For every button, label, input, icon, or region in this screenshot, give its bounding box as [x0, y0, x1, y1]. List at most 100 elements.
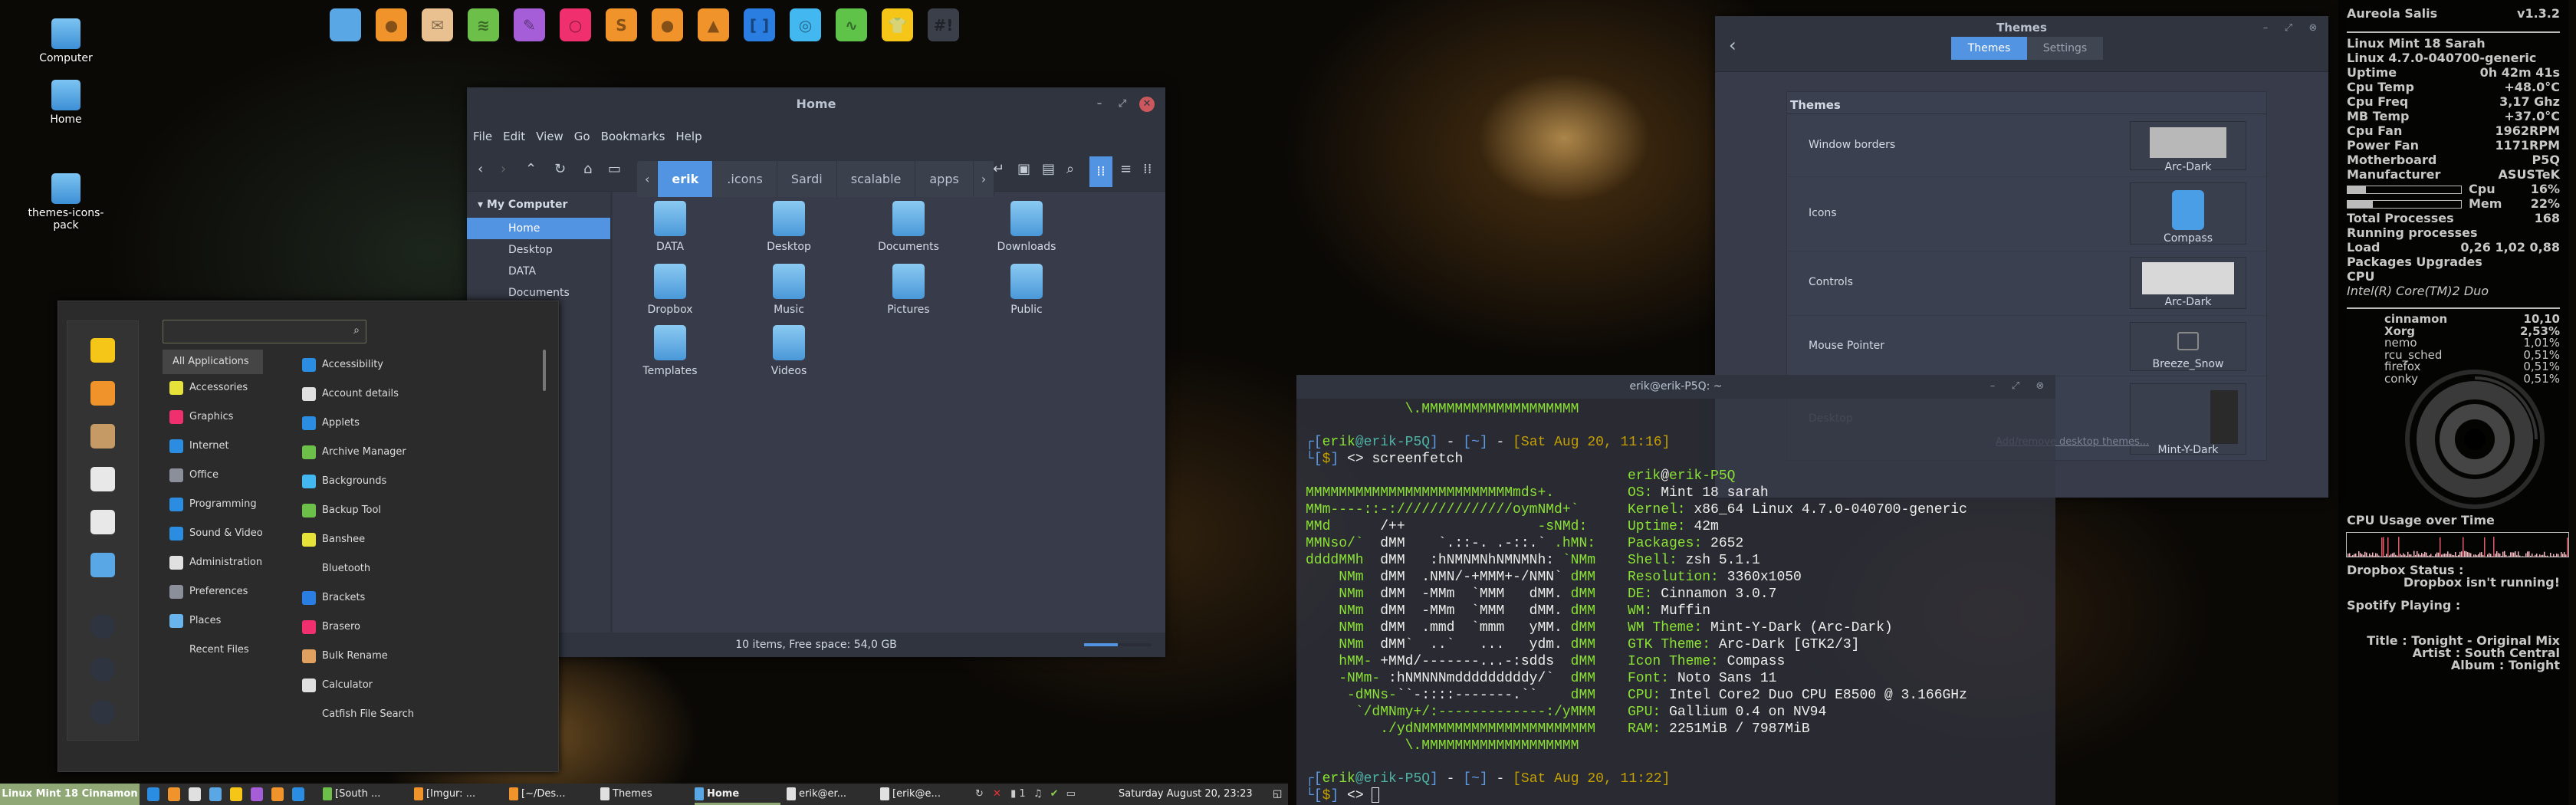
search-input[interactable]: ⌕ — [163, 320, 366, 343]
network-disconnected-icon[interactable]: ✕ — [993, 788, 1001, 800]
sidebar-item-home[interactable]: Home — [467, 218, 610, 239]
menu-bookmarks[interactable]: Bookmarks — [601, 130, 665, 143]
panel-launcher-icon[interactable] — [292, 787, 304, 801]
category-programming[interactable]: Programming — [163, 492, 263, 517]
forward-icon[interactable]: › — [501, 161, 506, 177]
file-item-public[interactable]: Public — [973, 264, 1080, 316]
session-button-icon[interactable] — [90, 614, 115, 639]
terminal-icon[interactable]: ▣ — [1017, 161, 1030, 177]
file-item-dropbox[interactable]: Dropbox — [616, 264, 724, 316]
app-accessibility[interactable]: Accessibility — [302, 353, 517, 377]
dock-firefox-icon[interactable]: ● — [376, 8, 407, 41]
panel-launcher-icon[interactable] — [271, 787, 284, 801]
category-recent-files[interactable]: Recent Files — [163, 638, 263, 662]
desktop-icon-themes-icons-pack[interactable]: themes-icons-pack — [20, 173, 112, 232]
app-banshee[interactable]: Banshee — [302, 527, 517, 552]
panel-launcher-icon[interactable] — [168, 787, 180, 801]
file-item-pictures[interactable]: Pictures — [855, 264, 962, 316]
dock-files-icon[interactable] — [330, 8, 361, 41]
app-brasero[interactable]: Brasero — [302, 615, 517, 639]
theme-preview-button[interactable]: Arc-Dark — [2130, 121, 2246, 173]
maximize-button[interactable]: ⤢ — [2008, 379, 2023, 394]
file-item-downloads[interactable]: Downloads — [973, 201, 1080, 253]
category-all-applications[interactable]: All Applications — [163, 350, 263, 374]
compact-view-icon[interactable]: ⁞⁞ — [1143, 161, 1152, 177]
up-icon[interactable]: ⌃ — [525, 161, 537, 177]
favorite-app-icon[interactable] — [90, 381, 115, 406]
list-view-icon[interactable]: ≡ — [1120, 161, 1132, 177]
header-bar[interactable]: Themes ‹ Themes Settings – ⤢ ⊗ — [1715, 16, 2328, 72]
app-catfish-file-search[interactable]: Catfish File Search — [302, 702, 517, 727]
panel-launcher-icon[interactable] — [147, 787, 159, 801]
sidebar-item-data[interactable]: DATA — [467, 261, 610, 282]
taskbar-window-2[interactable]: [~/Des... — [509, 784, 595, 805]
category-places[interactable]: Places — [163, 609, 263, 633]
minimize-button[interactable]: – — [1985, 379, 2000, 394]
expander-icon[interactable]: ▾ — [478, 199, 487, 211]
panel-launcher-icon[interactable] — [209, 787, 222, 801]
taskbar-window-5[interactable]: erik@er... — [787, 784, 872, 805]
computer-icon[interactable]: ▭ — [608, 161, 621, 177]
app-backgrounds[interactable]: Backgrounds — [302, 469, 517, 494]
dock-system-monitor-icon[interactable]: ∿ — [836, 8, 867, 41]
shield-icon[interactable]: ✔ — [1050, 788, 1059, 800]
icon-view-button[interactable]: ⁞⁞ — [1089, 156, 1112, 187]
app-archive-manager[interactable]: Archive Manager — [302, 440, 517, 465]
sidebar-header-my-computer[interactable]: ▾ My Computer — [467, 192, 610, 218]
category-administration[interactable]: Administration — [163, 550, 263, 575]
app-calculator[interactable]: Calculator — [302, 673, 517, 698]
session-button-icon[interactable] — [90, 657, 115, 682]
category-preferences[interactable]: Preferences — [163, 580, 263, 604]
show-desktop-icon[interactable]: ◱ — [1273, 784, 1282, 805]
panel-launcher-icon[interactable] — [230, 787, 242, 801]
panel-launcher-icon[interactable] — [189, 787, 201, 801]
taskbar-window-6[interactable]: [erik@e... — [880, 784, 966, 805]
app-backup-tool[interactable]: Backup Tool — [302, 498, 517, 523]
app-bulk-rename[interactable]: Bulk Rename — [302, 644, 517, 669]
maximize-button[interactable]: ⤢ — [1115, 97, 1130, 112]
desktop-icon-home[interactable]: Home — [20, 80, 112, 126]
file-item-music[interactable]: Music — [735, 264, 843, 316]
taskbar-window-1[interactable]: [Imgur: ... — [414, 784, 500, 805]
dock-camera-icon[interactable]: ◎ — [790, 8, 821, 41]
dock-app-orange-icon[interactable]: ● — [652, 8, 683, 41]
tab-themes[interactable]: Themes — [1951, 37, 2027, 60]
menu-edit[interactable]: Edit — [503, 130, 525, 143]
session-button-icon[interactable] — [90, 700, 115, 724]
update-icon[interactable]: ↻ — [975, 788, 984, 800]
scrollbar[interactable] — [543, 350, 546, 391]
dock-sublime-icon[interactable]: S — [606, 8, 637, 41]
menu-view[interactable]: View — [536, 130, 564, 143]
home-icon[interactable]: ⌂ — [583, 161, 592, 177]
app-applets[interactable]: Applets — [302, 411, 517, 435]
file-item-data[interactable]: DATA — [616, 201, 724, 253]
dock-mail-icon[interactable]: ✉ — [422, 8, 453, 41]
file-item-videos[interactable]: Videos — [735, 325, 843, 377]
theme-preview-button[interactable]: Arc-Dark — [2130, 257, 2246, 309]
app-account-details[interactable]: Account details — [302, 382, 517, 406]
dock-themes-icon[interactable]: 👕 — [882, 8, 913, 41]
search-icon[interactable]: ⌕ — [1066, 161, 1074, 177]
taskbar-window-3[interactable]: Themes — [600, 784, 686, 805]
desktop-icon-computer[interactable]: Computer — [20, 18, 112, 64]
category-sound-video[interactable]: Sound & Video — [163, 521, 263, 546]
maximize-button[interactable]: ⤢ — [2281, 21, 2296, 36]
app-bluetooth[interactable]: Bluetooth — [302, 557, 517, 581]
file-item-templates[interactable]: Templates — [616, 325, 724, 377]
taskbar-window-4[interactable]: Home — [695, 784, 780, 805]
close-button[interactable]: ⊗ — [2305, 21, 2321, 36]
dock-paint-icon[interactable]: ✎ — [514, 8, 545, 41]
file-item-documents[interactable]: Documents — [855, 201, 962, 253]
favorite-app-icon[interactable] — [90, 553, 115, 577]
dock-spotify-icon[interactable]: ≋ — [468, 8, 499, 41]
dock-app-pink-icon[interactable]: ○ — [560, 8, 591, 41]
minimize-button[interactable]: – — [1092, 97, 1107, 112]
dock-vlc-icon[interactable]: ▲ — [698, 8, 729, 41]
app-brackets[interactable]: Brackets — [302, 586, 517, 610]
terminal-window[interactable]: erik@erik-P5Q: ~ – ⤢ ⊗ \.MMMMMMMMMMMMMMM… — [1296, 375, 2055, 805]
menu-go[interactable]: Go — [574, 130, 590, 143]
favorite-app-icon[interactable] — [90, 510, 115, 534]
category-office[interactable]: Office — [163, 463, 263, 488]
title-bar[interactable]: Home – ⤢ ✕ — [467, 87, 1165, 121]
back-icon[interactable]: ‹ — [478, 161, 483, 177]
